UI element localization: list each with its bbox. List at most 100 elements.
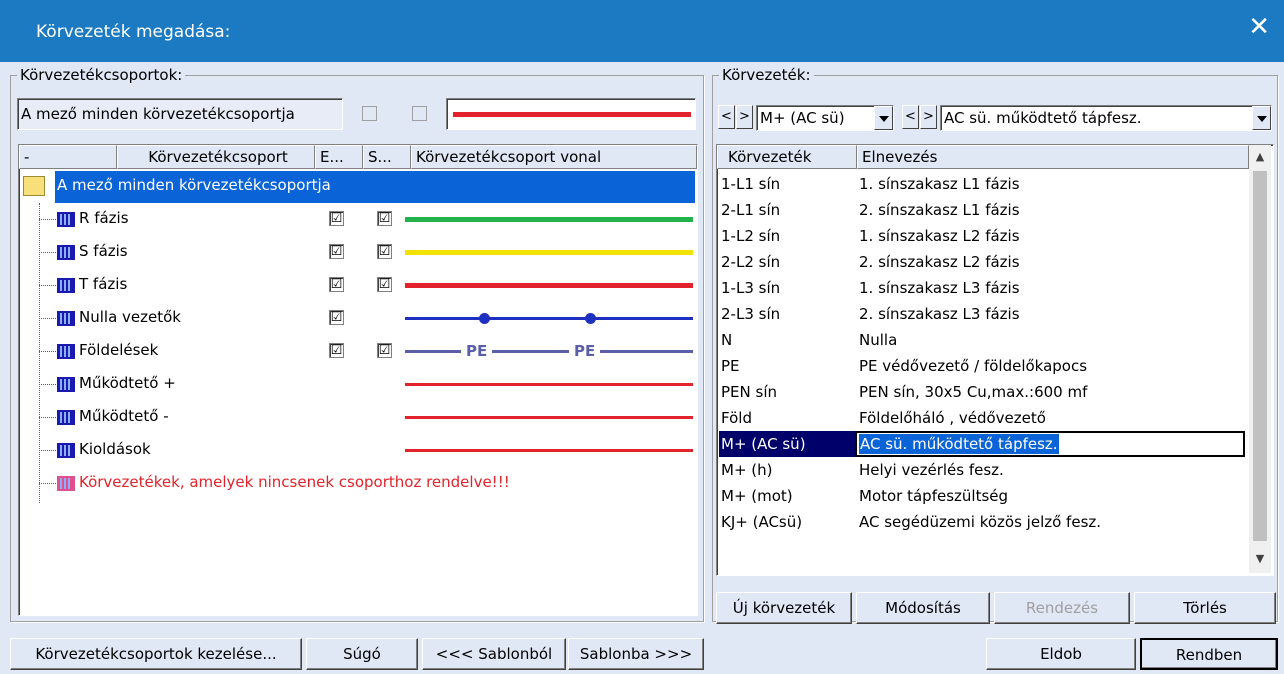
prev-arrow-button[interactable]: < (718, 105, 735, 129)
list-item[interactable]: KJ+ (ACsü) AC segédüzemi közös jelző fesz… (719, 509, 1246, 535)
list-item[interactable]: 2-L1 sín 2. sínszakasz L1 fázis (719, 197, 1246, 223)
tree-item-r[interactable]: R fázis ☑ ☑ (19, 203, 697, 236)
from-template-button[interactable]: <<< Sablonból (422, 638, 566, 670)
group-legend: Körvezetékcsoportok: (20, 66, 183, 84)
cell-name: AC sü. működtető tápfesz. (859, 434, 1059, 454)
col-header-name[interactable]: Elnevezés (857, 145, 1249, 169)
tree-item-label: Működtető - (79, 407, 169, 425)
manage-groups-button[interactable]: Körvezetékcsoportok kezelése... (10, 638, 302, 670)
chevron-down-icon[interactable] (1252, 106, 1271, 130)
tree-item-label: T fázis (79, 275, 128, 293)
tree-item-earthing[interactable]: Földelések ☑ ☑ PE PE (19, 335, 697, 368)
e-checkbox[interactable]: ☑ (329, 310, 344, 325)
vertical-scrollbar[interactable]: ▲ ▼ (1249, 145, 1271, 573)
group-icon (57, 377, 75, 392)
list-item[interactable]: 1-L3 sín 1. sínszakasz L3 fázis (719, 275, 1246, 301)
tree-branch (39, 483, 56, 484)
cell-code: M+ (h) (721, 461, 773, 479)
list-item[interactable]: N Nulla (719, 327, 1246, 353)
sort-button[interactable]: Rendezés (994, 592, 1130, 624)
tree-item-neutral[interactable]: Nulla vezetők ☑ (19, 302, 697, 335)
s-checkbox[interactable]: ☑ (377, 277, 392, 292)
col-header-group[interactable]: Körvezetékcsoport (117, 145, 315, 169)
tree-item-label: Nulla vezetők (79, 308, 181, 326)
tree-item-actuator-minus[interactable]: Működtető - (19, 401, 697, 434)
e-checkbox[interactable]: ☑ (329, 277, 344, 292)
scroll-thumb[interactable] (1253, 171, 1267, 541)
cell-name: Helyi vezérlés fesz. (859, 461, 1004, 479)
cell-name: AC segédüzemi közös jelző fesz. (859, 513, 1102, 531)
e-checkbox[interactable]: ☑ (329, 244, 344, 259)
list-item[interactable]: 2-L3 sín 2. sínszakasz L3 fázis (719, 301, 1246, 327)
tree-branch (39, 252, 56, 253)
group-icon (57, 443, 75, 458)
tree-item-trips[interactable]: Kioldások (19, 434, 697, 467)
s-checkbox[interactable]: ☑ (377, 343, 392, 358)
e-checkbox[interactable]: ☑ (329, 343, 344, 358)
list-item[interactable]: M+ (mot) Motor tápfeszültség (719, 483, 1246, 509)
next-arrow-button[interactable]: > (736, 105, 753, 129)
modify-button[interactable]: Módosítás (856, 592, 990, 624)
cell-code: 2-L2 sín (721, 253, 781, 271)
scroll-down-icon[interactable]: ▼ (1249, 547, 1271, 571)
ok-button[interactable]: Rendben (1140, 638, 1278, 670)
col-header-line[interactable]: Körvezetékcsoport vonal (411, 145, 697, 169)
circuit-list[interactable]: Körvezeték Elnevezés 1-L1 sín 1. sínszaka… (716, 144, 1274, 576)
tree-root-row[interactable]: A mező minden körvezetékcsoportja (19, 171, 697, 203)
cell-code: 1-L2 sín (721, 227, 781, 245)
cell-name: 1. sínszakasz L3 fázis (859, 279, 1020, 297)
line-sample: PE PE (405, 341, 693, 361)
list-item[interactable]: M+ (h) Helyi vezérlés fesz. (719, 457, 1246, 483)
close-icon[interactable]: ✕ (1248, 14, 1270, 40)
s-checkbox[interactable]: ☑ (377, 211, 392, 226)
all-e-checkbox[interactable] (362, 106, 377, 121)
name-edit-field[interactable]: AC sü. működtető tápfesz. (855, 431, 1245, 457)
list-item[interactable]: 1-L2 sín 1. sínszakasz L2 fázis (719, 223, 1246, 249)
combo-value: AC sü. működtető tápfesz. (944, 109, 1142, 127)
list-item[interactable]: 2-L2 sín 2. sínszakasz L2 fázis (719, 249, 1246, 275)
to-template-button[interactable]: Sablonba >>> (568, 638, 704, 670)
tree-root-label: A mező minden körvezetékcsoportja (55, 171, 695, 203)
col-header-e[interactable]: E... (315, 145, 363, 169)
help-button[interactable]: Súgó (306, 638, 418, 670)
list-item[interactable]: Föld Földelőháló , védővezető (719, 405, 1246, 431)
delete-button[interactable]: Törlés (1134, 592, 1276, 624)
cell-code: PEN sín (721, 383, 778, 401)
s-checkbox[interactable]: ☑ (377, 244, 392, 259)
line-sample (405, 416, 693, 419)
title-bar: Körvezeték megadása: ✕ (0, 0, 1284, 62)
chevron-down-icon[interactable] (874, 106, 893, 130)
list-item[interactable]: PE PE védővezető / földelőkapocs (719, 353, 1246, 379)
group-tree[interactable]: - Körvezetékcsoport E... S... Körvezeték… (18, 144, 698, 616)
tree-item-s[interactable]: S fázis ☑ ☑ (19, 236, 697, 269)
group-line-preview (446, 98, 696, 130)
list-item[interactable]: PEN sín PEN sín, 30x5 Cu,max.:600 mf (719, 379, 1246, 405)
tree-branch (39, 351, 56, 352)
col-header-dash[interactable]: - (19, 145, 117, 169)
group-field-value: A mező minden körvezetékcsoportja (21, 105, 295, 123)
list-item[interactable]: 1-L1 sín 1. sínszakasz L1 fázis (719, 171, 1246, 197)
cell-code: 2-L1 sín (721, 201, 781, 219)
col-header-s[interactable]: S... (363, 145, 411, 169)
circuit-name-combo[interactable]: AC sü. működtető tápfesz. (940, 105, 1272, 131)
group-icon (57, 410, 75, 425)
circuit-code-combo[interactable]: M+ (AC sü) (756, 105, 894, 131)
next-arrow-button[interactable]: > (920, 105, 937, 129)
e-checkbox[interactable]: ☑ (329, 211, 344, 226)
cell-name: Motor tápfeszültség (859, 487, 1009, 505)
dialog-body: Körvezetékcsoportok: A mező minden körve… (0, 62, 1284, 674)
tree-item-t[interactable]: T fázis ☑ ☑ (19, 269, 697, 302)
new-circuit-button[interactable]: Új körvezeték (716, 592, 852, 624)
combo-value: M+ (AC sü) (760, 109, 845, 127)
list-item-selected[interactable]: M+ (AC sü) AC sü. működtető tápfesz. (719, 431, 1246, 457)
prev-arrow-button[interactable]: < (902, 105, 919, 129)
tree-item-unassigned[interactable]: Körvezetékek, amelyek nincsenek csoporth… (19, 467, 697, 500)
window-title: Körvezeték megadása: (36, 22, 231, 42)
col-header-circuit[interactable]: Körvezeték (717, 145, 857, 169)
scroll-up-icon[interactable]: ▲ (1249, 145, 1271, 169)
tree-item-label: Kioldások (79, 440, 151, 458)
tree-item-actuator-plus[interactable]: Működtető + (19, 368, 697, 401)
line-sample (405, 383, 693, 386)
discard-button[interactable]: Eldob (986, 638, 1136, 670)
all-s-checkbox[interactable] (412, 106, 427, 121)
